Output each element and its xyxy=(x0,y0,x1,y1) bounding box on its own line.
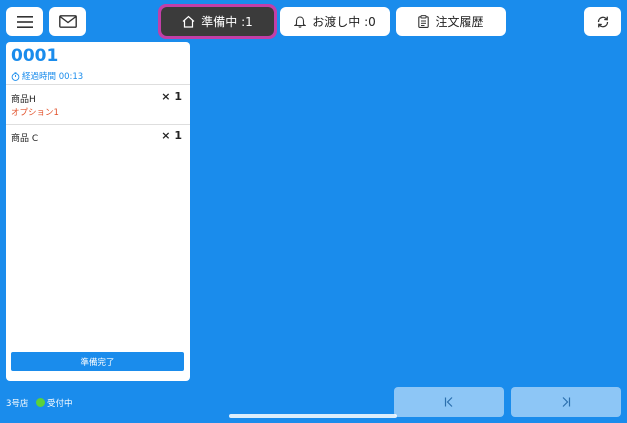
divider xyxy=(6,84,190,85)
item-quantity: × 1 xyxy=(161,90,182,103)
item-quantity: × 1 xyxy=(161,129,182,142)
tab-preparing-label: 準備中 :1 xyxy=(201,15,253,29)
order-number: 0001 xyxy=(11,46,59,66)
envelope-icon xyxy=(58,15,77,28)
tab-preparing-highlight: 準備中 :1 xyxy=(158,4,277,39)
elapsed-time-label: 経過時間 00:13 xyxy=(22,72,84,82)
tab-order-history-label: 注文履歴 xyxy=(435,15,484,29)
skip-to-last-icon xyxy=(562,397,571,407)
bell-icon xyxy=(294,16,307,28)
item-name: 商品 C xyxy=(11,134,39,144)
mail-button[interactable] xyxy=(49,7,86,36)
refresh-button[interactable] xyxy=(584,7,621,36)
menu-button[interactable] xyxy=(6,7,43,36)
home-indicator xyxy=(229,414,397,418)
status-indicator-icon xyxy=(36,398,45,407)
clipboard-icon xyxy=(418,15,430,28)
status-text: 受付中 xyxy=(47,399,73,409)
item-option: オプション1 xyxy=(11,108,59,118)
hamburger-menu-icon xyxy=(16,15,33,28)
pager-last-button[interactable] xyxy=(511,387,621,417)
order-card[interactable]: 0001 経過時間 00:13 商品H × 1 オプション1 商品 C × 1 … xyxy=(6,42,190,381)
stopwatch-icon xyxy=(11,71,20,81)
elapsed-time: 経過時間 00:13 xyxy=(11,70,83,82)
refresh-icon xyxy=(597,16,608,27)
ready-complete-button[interactable]: 準備完了 xyxy=(11,352,184,371)
tab-preparing[interactable]: 準備中 :1 xyxy=(161,7,274,36)
tab-handover-label: お渡し中 :0 xyxy=(312,15,376,29)
home-icon xyxy=(182,15,195,28)
pager-first-button[interactable] xyxy=(394,387,504,417)
divider xyxy=(6,124,190,125)
tab-order-history[interactable]: 注文履歴 xyxy=(396,7,506,36)
skip-to-first-icon xyxy=(444,397,453,407)
store-name: 3号店 xyxy=(6,399,29,409)
item-name: 商品H xyxy=(11,95,36,105)
tab-handover[interactable]: お渡し中 :0 xyxy=(280,7,390,36)
